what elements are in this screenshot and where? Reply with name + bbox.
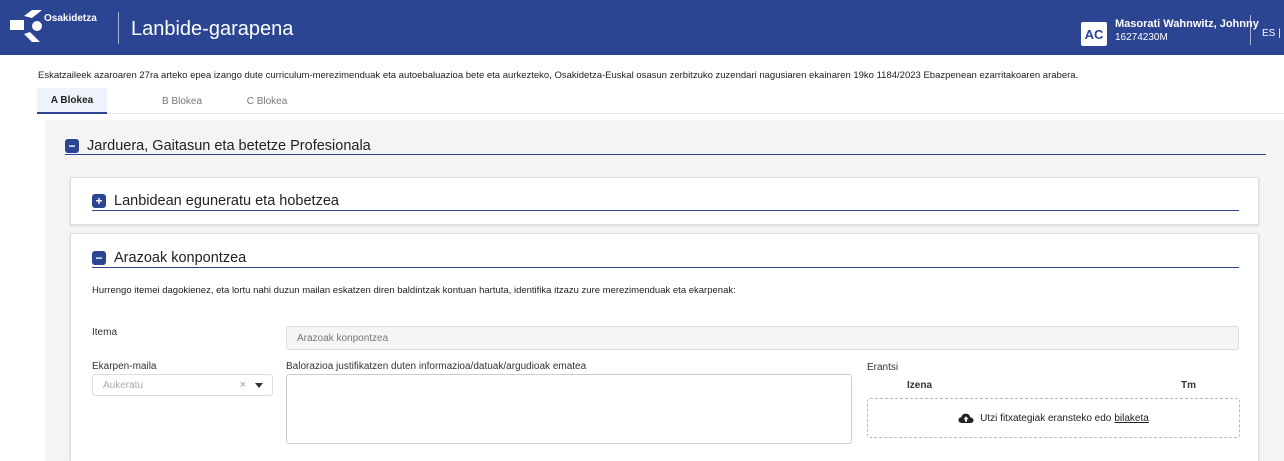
subsection-title: Arazoak konpontzea: [114, 250, 247, 266]
header-divider: [1250, 15, 1251, 45]
language-switch[interactable]: ES |: [1262, 28, 1281, 39]
level-label: Ekarpen-maila: [92, 361, 157, 372]
content-panel: − Jarduera, Gaitasun eta betetze Profesi…: [45, 120, 1284, 461]
top-bar: Osakidetza Lanbide-garapena AC Masorati …: [0, 0, 1284, 55]
section-underline: [65, 154, 1266, 155]
plus-square-icon[interactable]: +: [92, 194, 106, 208]
tab-bar: A Blokea B Blokea C Blokea: [37, 88, 1284, 114]
dropzone-text: Utzi fitxategiak eransteko edo: [980, 412, 1112, 424]
subsection-card-arazoak: − Arazoak konpontzea Hurrengo itemei dag…: [70, 233, 1259, 461]
main-section-title: Jarduera, Gaitasun eta betetze Profesion…: [87, 138, 371, 154]
header-divider: [118, 12, 119, 44]
logo-text: Osakidetza: [44, 13, 97, 24]
item-field: Arazoak konpontzea: [286, 326, 1239, 350]
clear-icon[interactable]: ×: [240, 379, 246, 391]
subsection-title: Lanbidean eguneratu eta hobetzea: [114, 193, 339, 209]
subsection-underline: [92, 267, 1239, 268]
justification-label: Balorazioa justifikatzen duten informazi…: [286, 361, 587, 372]
level-select-placeholder: Aukeratu: [103, 379, 144, 391]
subsection-intro: Hurrengo itemei dagokienez, eta lortu na…: [92, 285, 736, 296]
column-name-header: Izena: [907, 380, 933, 391]
subsection-card-lanbidean: + Lanbidean eguneratu eta hobetzea: [70, 177, 1259, 225]
subsection-header[interactable]: − Arazoak konpontzea: [92, 250, 246, 266]
avatar[interactable]: AC: [1081, 22, 1107, 46]
chevron-down-icon[interactable]: [255, 383, 263, 388]
column-size-header: Tm: [1181, 380, 1196, 391]
deadline-notice: Eskatzaileek azaroaren 27ra arteko epea …: [38, 70, 1079, 81]
justification-textarea[interactable]: [286, 374, 852, 444]
app-title[interactable]: Lanbide-garapena: [131, 18, 293, 41]
attach-label: Erantsi: [867, 362, 899, 373]
subsection-header[interactable]: + Lanbidean eguneratu eta hobetzea: [92, 193, 339, 209]
item-label: Itema: [92, 327, 118, 338]
user-name[interactable]: Masorati Wahnwitz, Johnny: [1115, 18, 1259, 30]
tab-c-blokea[interactable]: C Blokea: [227, 88, 307, 114]
minus-square-icon[interactable]: −: [92, 251, 106, 265]
minus-square-icon[interactable]: −: [65, 139, 79, 153]
tab-a-blokea[interactable]: A Blokea: [37, 88, 107, 114]
user-id: 16274230M: [1115, 32, 1168, 43]
main-section-header[interactable]: − Jarduera, Gaitasun eta betetze Profesi…: [65, 138, 371, 154]
browse-link[interactable]: bilaketa: [1114, 413, 1148, 424]
cloud-upload-icon: [958, 413, 974, 423]
tab-b-blokea[interactable]: B Blokea: [142, 88, 222, 114]
level-select[interactable]: Aukeratu ×: [92, 374, 273, 396]
subsection-underline: [92, 210, 1239, 211]
file-dropzone[interactable]: Utzi fitxategiak eransteko edo bilaketa: [867, 398, 1240, 438]
